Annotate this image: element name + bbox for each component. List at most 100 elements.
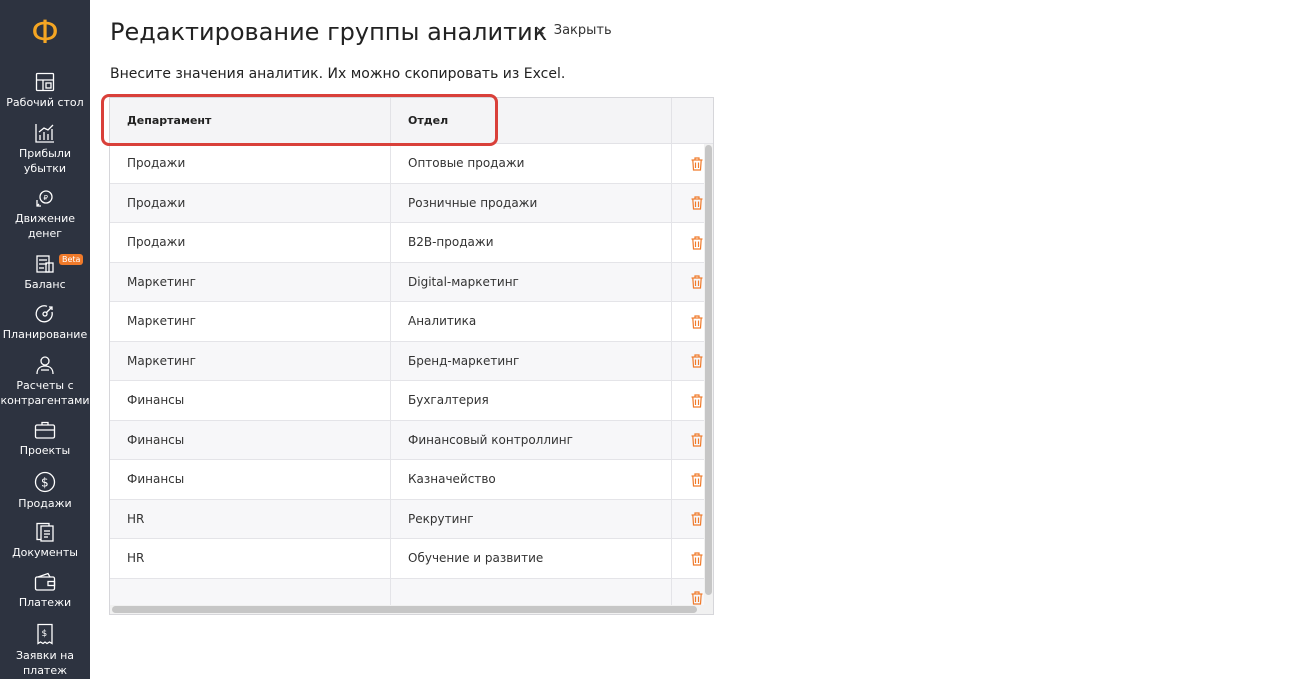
svg-text:₽: ₽: [44, 194, 49, 202]
cell-department[interactable]: Финансы: [110, 460, 391, 499]
sidebar-item-label: Движение денег: [14, 212, 75, 240]
cell-department[interactable]: Маркетинг: [110, 341, 391, 381]
delete-row-button[interactable]: [672, 421, 705, 460]
sidebar-item-desktop[interactable]: Рабочий стол: [0, 72, 90, 110]
trash-icon[interactable]: [691, 433, 703, 447]
cell-department[interactable]: Продажи: [110, 183, 391, 223]
sidebar-item-balance[interactable]: Beta Баланс: [0, 254, 90, 292]
table-row: Маркетинг Бренд-маркетинг: [110, 341, 705, 381]
sidebar-item-label: Расчеты с контрагентами: [0, 379, 90, 407]
delete-row-button[interactable]: [672, 144, 705, 183]
delete-row-button[interactable]: [672, 539, 705, 578]
cell-department[interactable]: Маркетинг: [110, 262, 391, 302]
close-button[interactable]: × Закрыть: [534, 21, 612, 41]
trash-icon[interactable]: [691, 551, 703, 566]
trash-icon[interactable]: [691, 354, 703, 368]
sidebar-item-label: Документы: [12, 546, 78, 559]
cell-division[interactable]: Розничные продажи: [391, 183, 672, 223]
trash-icon[interactable]: [691, 472, 703, 487]
cell-division[interactable]: Финансовый контроллинг: [391, 420, 672, 460]
sidebar-item-documents[interactable]: Документы: [0, 522, 90, 560]
trash-icon[interactable]: [691, 196, 703, 210]
sidebar-item-profit-loss[interactable]: Прибыли убытки: [0, 123, 90, 176]
cell-division[interactable]: Рекрутинг: [391, 499, 672, 539]
sidebar-item-contractors[interactable]: Расчеты с контрагентами: [0, 355, 90, 408]
sidebar-item-label: Проекты: [19, 444, 71, 457]
sidebar-item-projects[interactable]: Проекты: [0, 420, 90, 458]
sidebar-item-payments[interactable]: Платежи: [0, 572, 90, 610]
close-label[interactable]: Закрыть: [554, 21, 612, 41]
sidebar-item-cash-flow[interactable]: ₽ Движение денег: [0, 188, 90, 241]
cell-department[interactable]: Финансы: [110, 420, 391, 460]
table-body: Продажи Оптовые продажи Продажи Розничные п…: [110, 144, 705, 614]
page-title: Редактирование группы аналитик: [110, 18, 548, 46]
delete-row-button[interactable]: [672, 184, 705, 223]
close-icon[interactable]: ×: [534, 21, 546, 41]
delete-row-button[interactable]: [672, 223, 705, 262]
column-header-division[interactable]: Отдел: [391, 98, 672, 144]
money-flow-icon: ₽: [36, 190, 53, 207]
table-row: Маркетинг Аналитика: [110, 302, 705, 342]
cell-division[interactable]: Казначейство: [391, 460, 672, 499]
delete-row-button[interactable]: [672, 460, 705, 499]
trash-icon[interactable]: [691, 156, 703, 171]
horizontal-scroll-thumb[interactable]: [112, 606, 697, 613]
sidebar-item-label: Планирование: [2, 328, 88, 341]
table-row: Продажи Розничные продажи: [110, 183, 705, 223]
cell-department[interactable]: HR: [110, 499, 391, 539]
sidebar-item-label: Прибыли убытки: [18, 147, 72, 175]
table-row: HR Рекрутинг: [110, 499, 705, 539]
sidebar-item-label: Баланс: [24, 278, 66, 291]
wallet-icon: [34, 572, 56, 591]
sidebar-item-label: Продажи: [18, 497, 72, 510]
delete-row-button[interactable]: [672, 302, 705, 341]
dollar-icon: $: [34, 471, 56, 493]
cell-division[interactable]: Бухгалтерия: [391, 381, 672, 420]
cell-department[interactable]: HR: [110, 539, 391, 578]
sidebar-item-payment-requests[interactable]: $ Заявки на платеж: [0, 623, 90, 678]
desktop-icon: [35, 72, 55, 92]
chart-icon: [35, 124, 54, 143]
sidebar-item-planning[interactable]: Планирование: [0, 304, 90, 342]
trash-icon[interactable]: [691, 275, 703, 289]
cell-division[interactable]: Digital-маркетинг: [391, 262, 672, 302]
table-row: Маркетинг Digital-маркетинг: [110, 262, 705, 302]
horizontal-scrollbar[interactable]: [110, 605, 704, 614]
trash-icon[interactable]: [691, 235, 703, 250]
vertical-scroll-thumb[interactable]: [705, 145, 712, 595]
logo[interactable]: Ф: [0, 12, 90, 52]
sidebar-item-sales[interactable]: $ Продажи: [0, 471, 90, 511]
cell-division[interactable]: Бренд-маркетинг: [391, 341, 672, 381]
trash-icon[interactable]: [691, 314, 703, 329]
trash-icon[interactable]: [691, 393, 703, 408]
delete-row-button[interactable]: [672, 381, 705, 420]
trash-icon[interactable]: [691, 512, 703, 526]
planning-icon: [35, 305, 53, 323]
table-row: Продажи B2B-продажи: [110, 223, 705, 263]
sidebar-item-label: Рабочий стол: [6, 96, 84, 109]
trash-icon[interactable]: [691, 591, 703, 605]
cell-division[interactable]: Обучение и развитие: [391, 539, 672, 578]
cell-division[interactable]: Оптовые продажи: [391, 144, 672, 183]
vertical-scrollbar[interactable]: [704, 144, 713, 614]
cell-department[interactable]: Продажи: [110, 144, 391, 183]
column-header-department[interactable]: Департамент: [110, 98, 391, 144]
payment-request-icon: $: [37, 623, 53, 645]
contractors-icon: [36, 356, 54, 375]
delete-row-button[interactable]: [672, 342, 705, 381]
delete-row-button[interactable]: [672, 500, 705, 539]
cell-department[interactable]: Маркетинг: [110, 302, 391, 341]
table-row: HR Обучение и развитие: [110, 539, 705, 579]
sidebar-item-label: Платежи: [18, 596, 72, 609]
analytics-table: Департамент Отдел Продажи Оптовые продажи…: [109, 97, 714, 615]
svg-text:$: $: [42, 629, 48, 639]
briefcase-icon: [34, 421, 56, 439]
cell-department[interactable]: Финансы: [110, 381, 391, 420]
table-row: Финансы Казначейство: [110, 460, 705, 500]
cell-division[interactable]: B2B-продажи: [391, 223, 672, 262]
cell-division[interactable]: Аналитика: [391, 302, 672, 341]
cell-department[interactable]: Продажи: [110, 223, 391, 262]
delete-row-button[interactable]: [672, 263, 705, 302]
table-row: Финансы Бухгалтерия: [110, 381, 705, 421]
documents-icon: [36, 522, 54, 542]
